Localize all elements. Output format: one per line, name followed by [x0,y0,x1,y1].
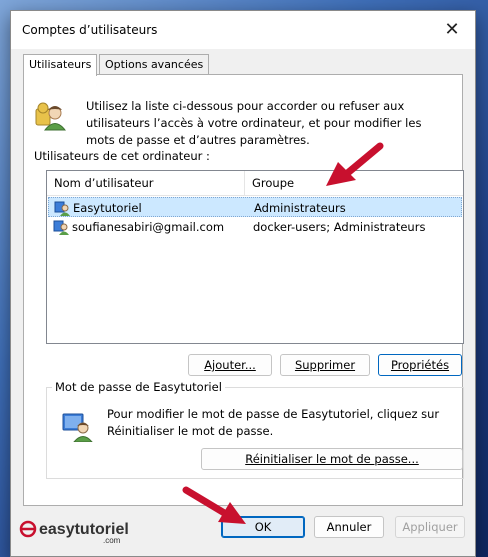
red-arrow [326,142,384,186]
red-arrow [182,486,246,524]
apply-button[interactable]: Appliquer [395,516,465,538]
column-username[interactable]: Nom d’utilisateur [47,171,245,195]
remove-user-label: Supprimer [294,358,356,372]
add-user-label: Ajouter... [204,358,256,372]
row-username: soufianesabiri@gmail.com [72,220,225,234]
reset-password-label: Réinitialiser le mot de passe... [245,452,419,466]
password-group: Mot de passe de Easytutoriel Pour modifi… [46,380,464,479]
cancel-label: Annuler [326,520,372,534]
key-user-icon [62,413,93,442]
title-bar: Comptes d’utilisateurs ✕ [11,11,475,49]
table-row[interactable]: soufianesabiri@gmail.com docker-users; A… [48,217,462,237]
list-header: Nom d’utilisateur Groupe [47,171,463,196]
user-accounts-dialog: Comptes d’utilisateurs ✕ Utilisateurs Op… [10,10,476,557]
remove-user-button[interactable]: Supprimer [280,354,370,376]
users-list-label: Utilisateurs de cet ordinateur : [34,149,210,163]
password-group-text: Pour modifier le mot de passe de Easytut… [107,407,440,438]
row-username: Easytutoriel [73,201,142,215]
tab-utilisateurs[interactable]: Utilisateurs [23,54,98,76]
easytutoriel-logo: easytutoriel .com [19,515,139,548]
add-user-button[interactable]: Ajouter... [188,354,272,376]
tab-options-avancees[interactable]: Options avancées [99,54,210,74]
user-row-icon [54,201,70,216]
users-panel: Utilisez la liste ci-dessous pour accord… [23,74,464,506]
table-row[interactable]: Easytutoriel Administrateurs [48,197,462,217]
window-title: Comptes d’utilisateurs [22,23,158,37]
properties-button[interactable]: Propriétés [378,354,462,376]
properties-label: Propriétés [390,358,450,372]
user-row-icon [53,220,69,235]
easytutoriel-logo-icon: easytutoriel .com [19,520,129,545]
users-icon [35,102,66,131]
users-listview[interactable]: Nom d’utilisateur Groupe Easytutoriel Ad… [46,170,464,344]
row-group: Administrateurs [254,201,346,215]
row-group: docker-users; Administrateurs [253,220,426,234]
reset-password-button[interactable]: Réinitialiser le mot de passe... [201,448,463,470]
apply-label: Appliquer [402,520,458,534]
intro-text: Utilisez la liste ci-dessous pour accord… [86,99,422,147]
cancel-button[interactable]: Annuler [314,516,384,538]
svg-text:.com: .com [103,536,121,545]
password-group-title: Mot de passe de Easytutoriel [52,380,225,394]
close-icon[interactable]: ✕ [429,11,475,49]
